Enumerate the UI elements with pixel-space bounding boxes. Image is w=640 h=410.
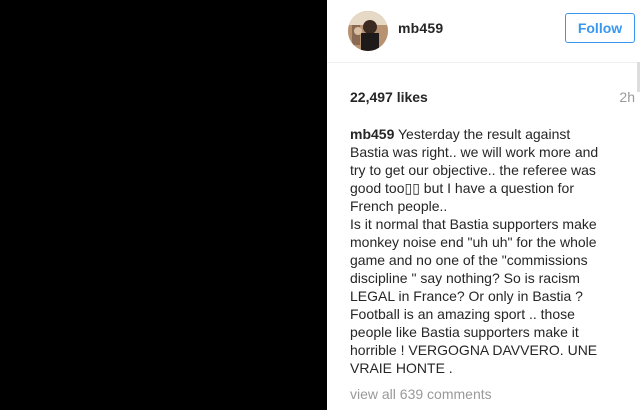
caption-username[interactable]: mb459 (350, 126, 394, 142)
follow-button[interactable]: Follow (565, 13, 635, 43)
caption-line: try to get our objective.. the referee w… (350, 162, 596, 178)
avatar[interactable] (348, 11, 388, 51)
caption-line: Football is an amazing sport .. those (350, 306, 575, 322)
caption-line: Bastia was right.. we will work more and (350, 144, 599, 160)
post-header: mb459 Follow (327, 0, 640, 63)
caption-line: discipline " say nothing? So is racism (350, 270, 580, 286)
caption-line: people like Bastia supporters make it (350, 324, 579, 340)
caption-line: French people.. (350, 198, 448, 214)
caption-line: Is it normal that Bastia supporters make (350, 216, 597, 232)
post-timestamp: 2h (619, 89, 635, 105)
view-all-comments-link[interactable]: view all 639 comments (350, 386, 492, 402)
username-link[interactable]: mb459 (398, 20, 443, 36)
caption-line: LEGAL in France? Or only in Bastia ? (350, 288, 583, 304)
caption-line: Yesterday the result against (394, 126, 571, 142)
post-panel: mb459 Follow 22,497 likes 2h mb459 Yeste… (327, 0, 640, 410)
caption-line: game and no one of the "commissions (350, 252, 588, 268)
caption: mb459 Yesterday the result against Basti… (350, 125, 618, 377)
caption-line: monkey noise end "uh uh" for the whole (350, 234, 597, 250)
caption-line: VRAIE HONTE . (350, 360, 453, 376)
post-image[interactable] (0, 0, 327, 410)
like-count[interactable]: 22,497 likes (350, 89, 428, 105)
caption-line: horrible ! VERGOGNA DAVVERO. UNE (350, 342, 598, 358)
caption-line: good too▯▯ but I have a question for (350, 180, 575, 196)
